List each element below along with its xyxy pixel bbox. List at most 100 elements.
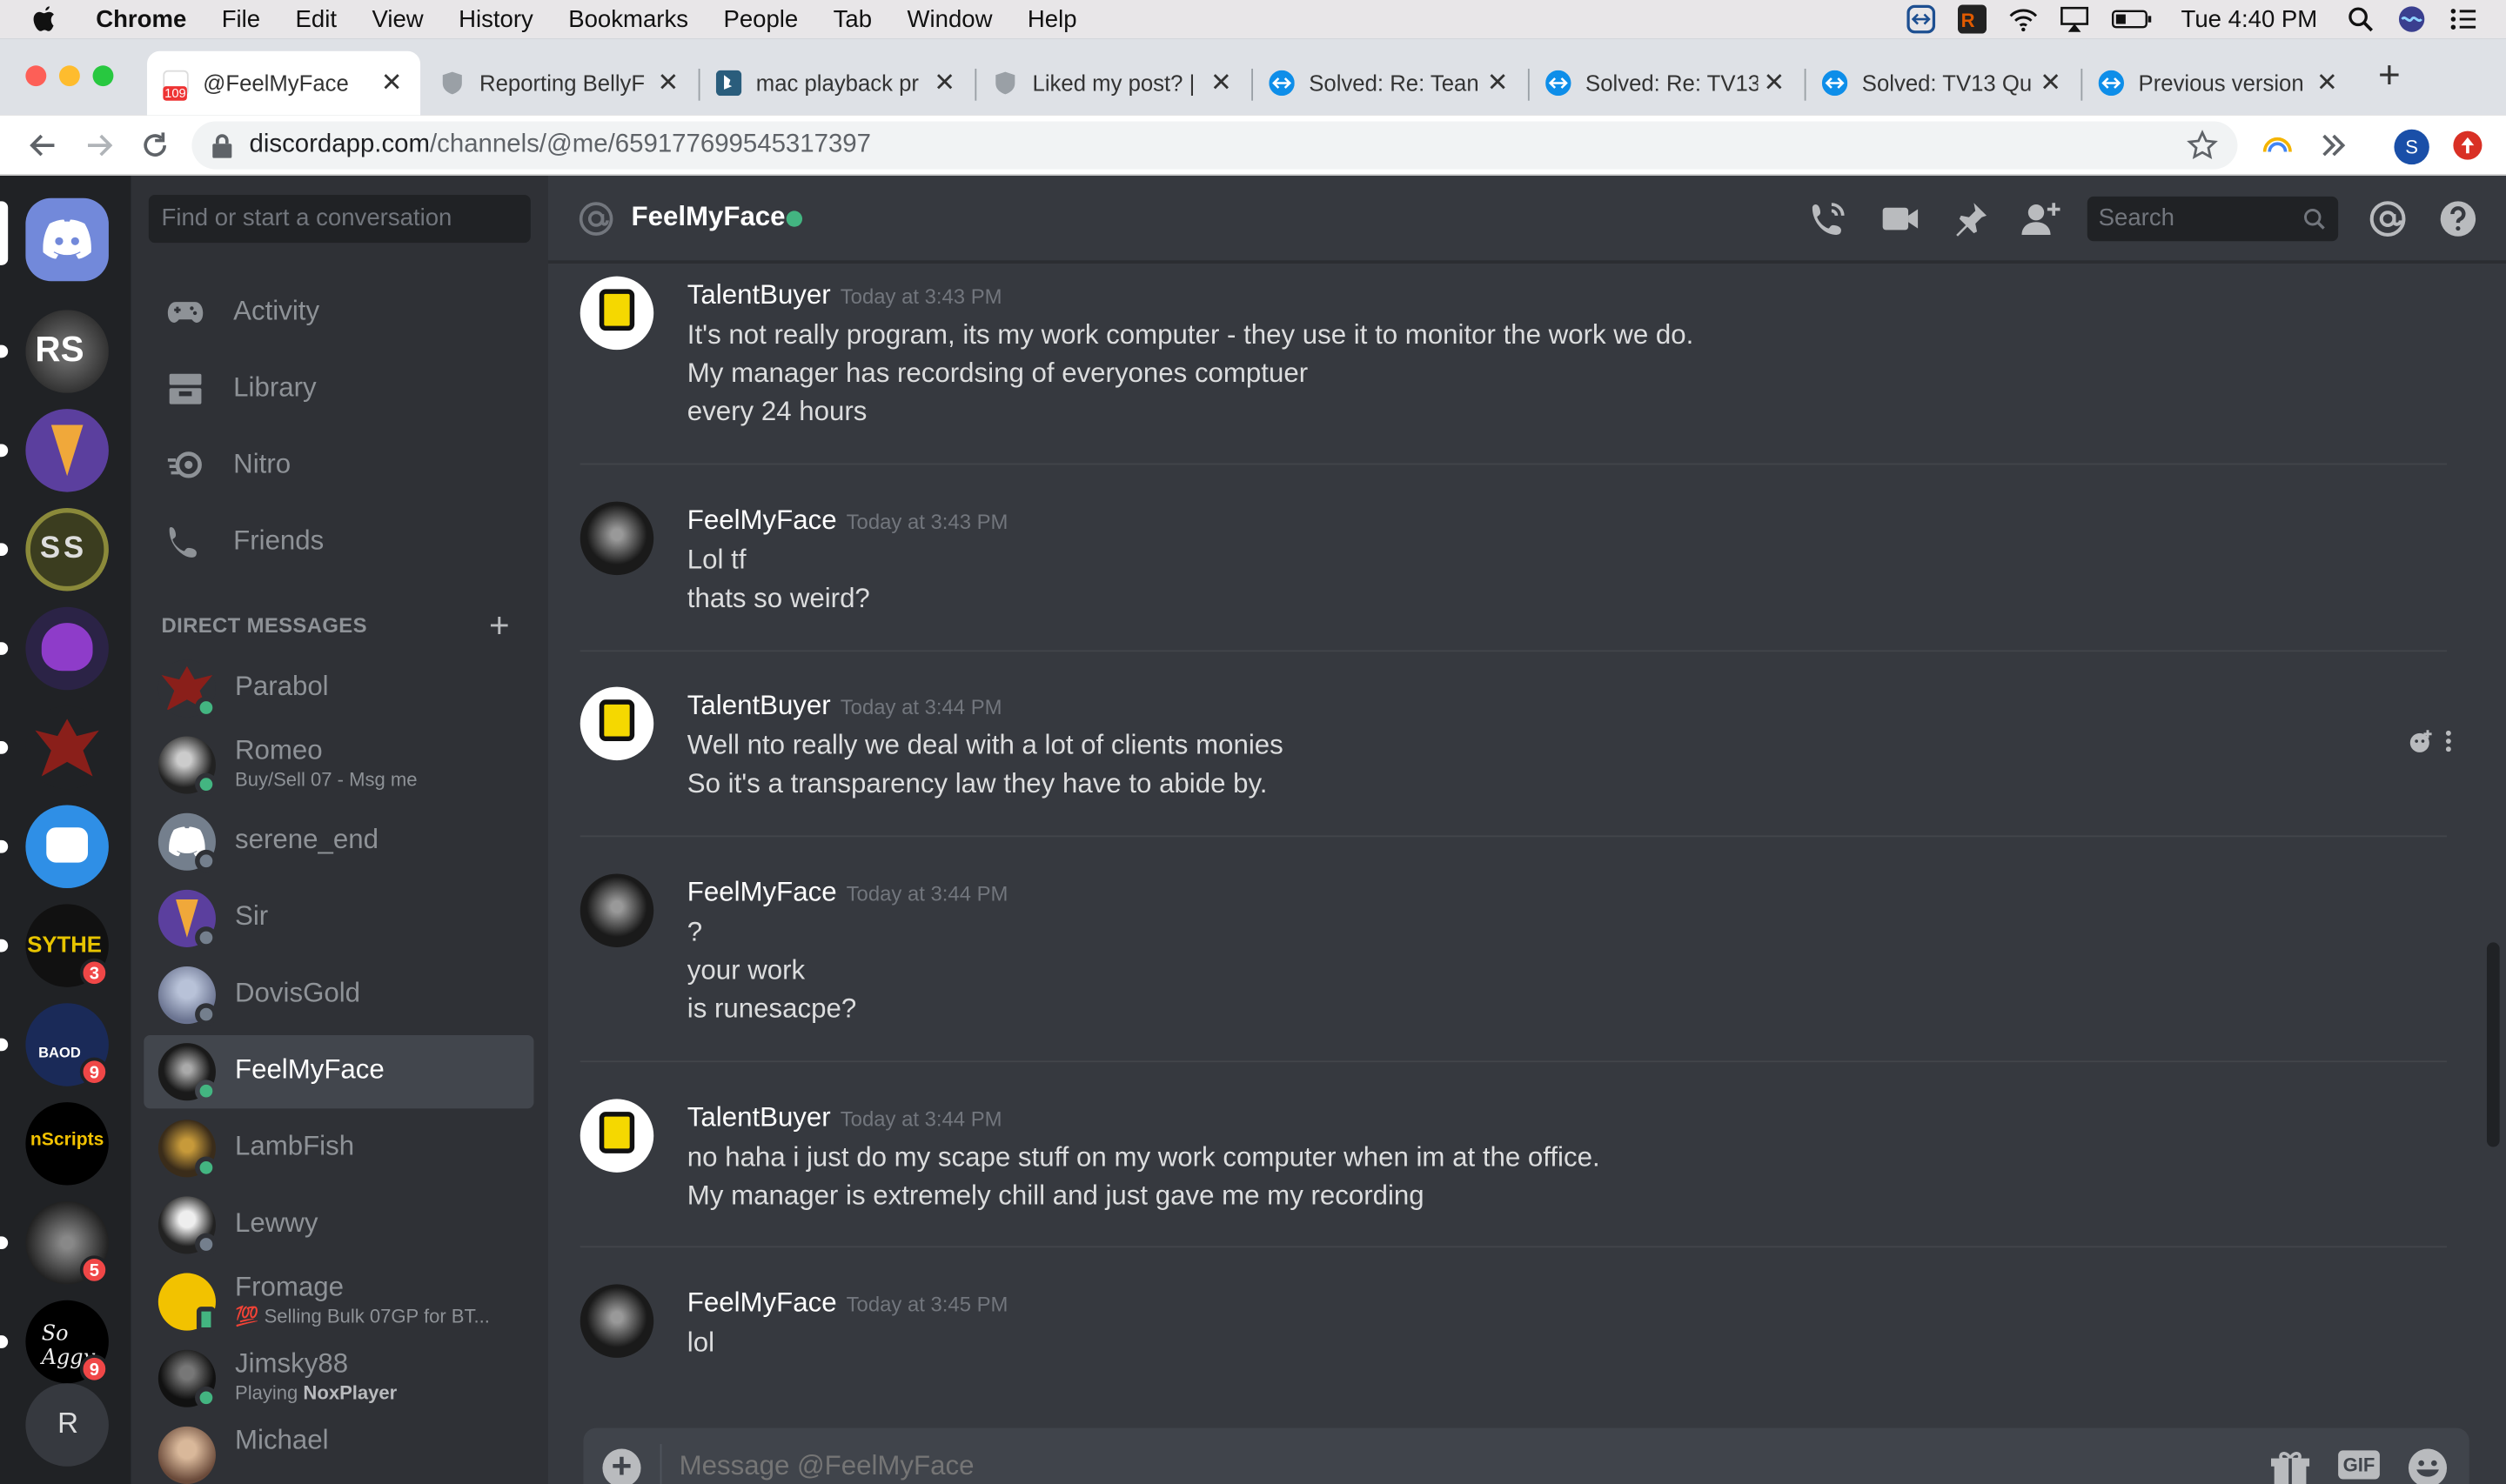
- spotlight-search-icon[interactable]: [2346, 5, 2375, 34]
- server-demon[interactable]: [25, 705, 109, 790]
- tab-reporting[interactable]: Reporting BellyF ✕: [424, 51, 697, 115]
- tab-previous-version[interactable]: Previous version ✕: [2082, 51, 2355, 115]
- avatar-talentbuyer[interactable]: [580, 1099, 654, 1173]
- battery-icon[interactable]: [2111, 5, 2153, 34]
- zoom-window-button[interactable]: [92, 65, 114, 87]
- dm-item-serene-end[interactable]: serene_end: [144, 806, 533, 879]
- server-rs[interactable]: RS: [25, 310, 109, 393]
- chat-search-input[interactable]: Search: [2087, 196, 2339, 242]
- avatar-feelmyface[interactable]: [580, 1284, 654, 1358]
- message-author[interactable]: TalentBuyer Today at 3:43 PM: [687, 279, 1002, 311]
- tab-solved-tv13-qu[interactable]: Solved: TV13 Qu ✕: [1806, 51, 2080, 115]
- forward-arrow-icon[interactable]: [82, 128, 117, 163]
- create-dm-button[interactable]: +: [489, 605, 510, 647]
- gift-icon[interactable]: [2269, 1447, 2311, 1484]
- bookmark-star-icon[interactable]: [2187, 130, 2219, 162]
- nav-activity[interactable]: Activity: [131, 277, 548, 347]
- server-robot[interactable]: [25, 805, 109, 888]
- wifi-icon[interactable]: [2008, 5, 2037, 34]
- tab-solved-tv13[interactable]: Solved: Re: TV13 ✕: [1530, 51, 1803, 115]
- notification-center-icon[interactable]: [2449, 5, 2477, 34]
- avatar-feelmyface[interactable]: [580, 501, 654, 576]
- menu-view[interactable]: View: [372, 5, 423, 32]
- menu-window[interactable]: Window: [907, 5, 992, 32]
- add-friend-to-dm-icon[interactable]: [2021, 200, 2060, 238]
- message-author[interactable]: FeelMyFace Today at 3:43 PM: [687, 505, 1008, 537]
- message-author[interactable]: FeelMyFace Today at 3:44 PM: [687, 877, 1008, 909]
- close-window-button[interactable]: [25, 65, 47, 87]
- close-tab-icon[interactable]: ✕: [1205, 67, 1237, 99]
- tab-mac-playback[interactable]: mac playback pr ✕: [700, 51, 973, 115]
- dm-item-parabol[interactable]: Parabol: [144, 652, 533, 725]
- server-purple-creature[interactable]: [25, 606, 109, 691]
- new-tab-button[interactable]: +: [2378, 54, 2401, 98]
- gif-button[interactable]: GIF: [2338, 1450, 2380, 1480]
- nav-library[interactable]: Library: [131, 353, 548, 424]
- dm-item-romeo[interactable]: Romeo Buy/Sell 07 - Msg me: [144, 728, 533, 801]
- menu-edit[interactable]: Edit: [296, 5, 337, 32]
- menu-bookmarks[interactable]: Bookmarks: [568, 5, 688, 32]
- voice-call-icon[interactable]: [1809, 200, 1847, 238]
- help-icon[interactable]: [2439, 200, 2477, 238]
- runelite-icon[interactable]: R: [1957, 4, 1987, 34]
- menu-history[interactable]: History: [459, 5, 533, 32]
- pinned-messages-icon[interactable]: [1952, 200, 1990, 238]
- dm-item-fromage[interactable]: Fromage 💯 Selling Bulk 07GP for BT...: [144, 1265, 533, 1338]
- menu-app-chrome[interactable]: Chrome: [96, 5, 186, 32]
- close-tab-icon[interactable]: ✕: [2034, 67, 2067, 99]
- video-call-icon[interactable]: [1881, 200, 1920, 238]
- profile-avatar[interactable]: S: [2394, 129, 2429, 165]
- dm-item-michael[interactable]: Michael: [144, 1419, 533, 1484]
- menu-help[interactable]: Help: [1028, 5, 1077, 32]
- avatar-feelmyface[interactable]: [580, 873, 654, 947]
- message-author[interactable]: FeelMyFace Today at 3:45 PM: [687, 1287, 1008, 1320]
- dm-item-lambfish[interactable]: LambFish: [144, 1112, 533, 1185]
- dm-item-feelmyface[interactable]: FeelMyFace: [144, 1034, 534, 1109]
- emoji-icon[interactable]: [2407, 1447, 2449, 1484]
- menu-file[interactable]: File: [222, 5, 260, 32]
- extension-rainbow-icon[interactable]: [2261, 130, 2294, 162]
- server-so-aggy[interactable]: So Aggy 9: [25, 1300, 109, 1384]
- message-author[interactable]: TalentBuyer Today at 3:44 PM: [687, 690, 1002, 722]
- server-nscripts[interactable]: nScripts: [25, 1102, 109, 1186]
- dm-item-dovisgold[interactable]: DovisGold: [144, 959, 533, 1032]
- message-scrollbar[interactable]: [2486, 942, 2500, 1147]
- find-conversation-input[interactable]: Find or start a conversation: [148, 195, 531, 244]
- apple-icon[interactable]: [32, 5, 57, 34]
- airplay-icon[interactable]: [2060, 5, 2088, 34]
- tab-feelmyface[interactable]: 109 @FeelMyFace ✕: [146, 50, 421, 116]
- tab-liked-my-post[interactable]: Liked my post? | ✕: [976, 51, 1250, 115]
- menubar-clock[interactable]: Tue 4:40 PM: [2181, 5, 2318, 32]
- server-r[interactable]: R: [25, 1383, 109, 1467]
- avatar-talentbuyer[interactable]: [580, 686, 654, 761]
- minimize-window-button[interactable]: [58, 65, 80, 87]
- lock-icon[interactable]: [211, 132, 233, 158]
- address-bar[interactable]: discordapp.com/channels/@me/659177699545…: [191, 121, 2238, 170]
- dm-item-sir[interactable]: Sir: [144, 882, 533, 955]
- close-tab-icon[interactable]: ✕: [928, 67, 961, 99]
- server-pizza[interactable]: [25, 409, 109, 492]
- close-tab-icon[interactable]: ✕: [1482, 67, 1514, 99]
- nav-friends[interactable]: Friends: [131, 506, 548, 577]
- back-arrow-icon[interactable]: [25, 128, 60, 163]
- extension-puzzle-icon[interactable]: [2317, 130, 2349, 162]
- server-baod[interactable]: BAOD 9: [25, 1003, 109, 1086]
- tab-solved-team[interactable]: Solved: Re: Tean ✕: [1253, 51, 1526, 115]
- mentions-icon[interactable]: [2369, 200, 2407, 238]
- teamviewer-icon[interactable]: [1906, 4, 1935, 34]
- close-tab-icon[interactable]: ✕: [652, 67, 684, 99]
- avatar-talentbuyer[interactable]: [580, 276, 654, 351]
- reload-icon[interactable]: [137, 128, 172, 163]
- close-tab-icon[interactable]: ✕: [1758, 67, 1790, 99]
- more-options-icon[interactable]: [2442, 728, 2456, 753]
- dm-item-jimsky88[interactable]: Jimsky88 Playing NoxPlayer: [144, 1342, 533, 1415]
- discord-home-button[interactable]: [25, 197, 109, 282]
- add-reaction-icon[interactable]: [2409, 728, 2434, 753]
- message-input[interactable]: [679, 1450, 2118, 1483]
- menu-tab[interactable]: Tab: [834, 5, 872, 32]
- extension-red-icon[interactable]: [2452, 130, 2484, 162]
- close-tab-icon[interactable]: ✕: [376, 67, 408, 99]
- upload-button[interactable]: +: [602, 1448, 641, 1484]
- close-tab-icon[interactable]: ✕: [2311, 67, 2343, 99]
- message-author[interactable]: TalentBuyer Today at 3:44 PM: [687, 1102, 1002, 1134]
